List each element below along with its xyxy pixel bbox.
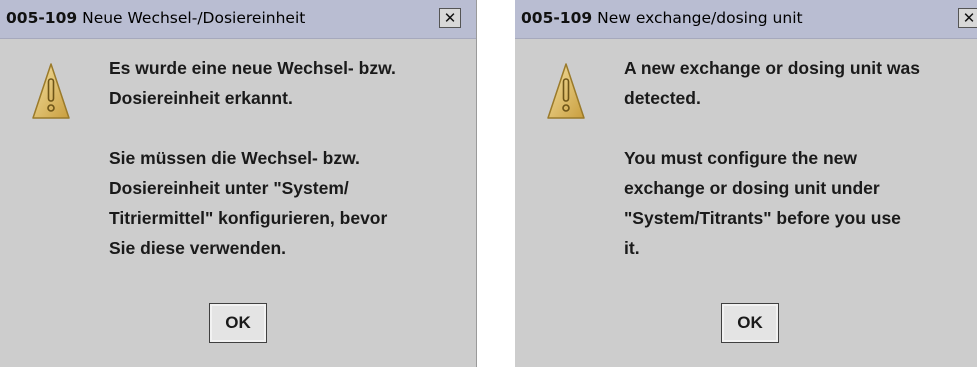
- message-line: Sie diese verwenden.: [109, 238, 287, 258]
- dialog-title: 005-109 New exchange/dosing unit: [521, 9, 803, 27]
- message-line: Dosiereinheit erkannt.: [109, 88, 293, 108]
- ok-button[interactable]: OK: [721, 303, 779, 343]
- title-bar[interactable]: 005-109 New exchange/dosing unit ✕: [515, 0, 977, 39]
- alert-dialog-english: 005-109 New exchange/dosing unit ✕ A new…: [515, 0, 977, 367]
- dialog-title-code: 005-109: [521, 9, 593, 27]
- dialog-title: 005-109 Neue Wechsel-/Dosiereinheit: [6, 9, 305, 27]
- message-line: Titriermittel" konfigurieren, bevor: [109, 208, 388, 228]
- message-line: Es wurde eine neue Wechsel- bzw.: [109, 58, 396, 78]
- alert-dialog-german: 005-109 Neue Wechsel-/Dosiereinheit ✕ Es…: [0, 0, 477, 367]
- message-line: it.: [624, 238, 640, 258]
- title-bar[interactable]: 005-109 Neue Wechsel-/Dosiereinheit ✕: [0, 0, 476, 39]
- message-line: exchange or dosing unit under: [624, 178, 880, 198]
- message-line: Dosiereinheit unter "System/: [109, 178, 349, 198]
- message-line: Sie müssen die Wechsel- bzw.: [109, 148, 360, 168]
- message-line: "System/Titrants" before you use: [624, 208, 901, 228]
- close-button[interactable]: ✕: [439, 8, 461, 28]
- dialog-title-text: Neue Wechsel-/Dosiereinheit: [82, 9, 306, 27]
- message-line: You must configure the new: [624, 148, 858, 168]
- message-line: detected.: [624, 88, 701, 108]
- dialog-title-code: 005-109: [6, 9, 78, 27]
- message-line: A new exchange or dosing unit was: [624, 58, 920, 78]
- warning-triangle-icon: [547, 63, 585, 119]
- close-button[interactable]: ✕: [958, 8, 977, 28]
- warning-triangle-icon: [32, 63, 70, 119]
- dialog-title-text: New exchange/dosing unit: [597, 9, 803, 27]
- dialog-message: Es wurde eine neue Wechsel- bzw. Dosiere…: [109, 53, 396, 263]
- dialog-message: A new exchange or dosing unit was detect…: [624, 53, 920, 263]
- ok-button[interactable]: OK: [209, 303, 267, 343]
